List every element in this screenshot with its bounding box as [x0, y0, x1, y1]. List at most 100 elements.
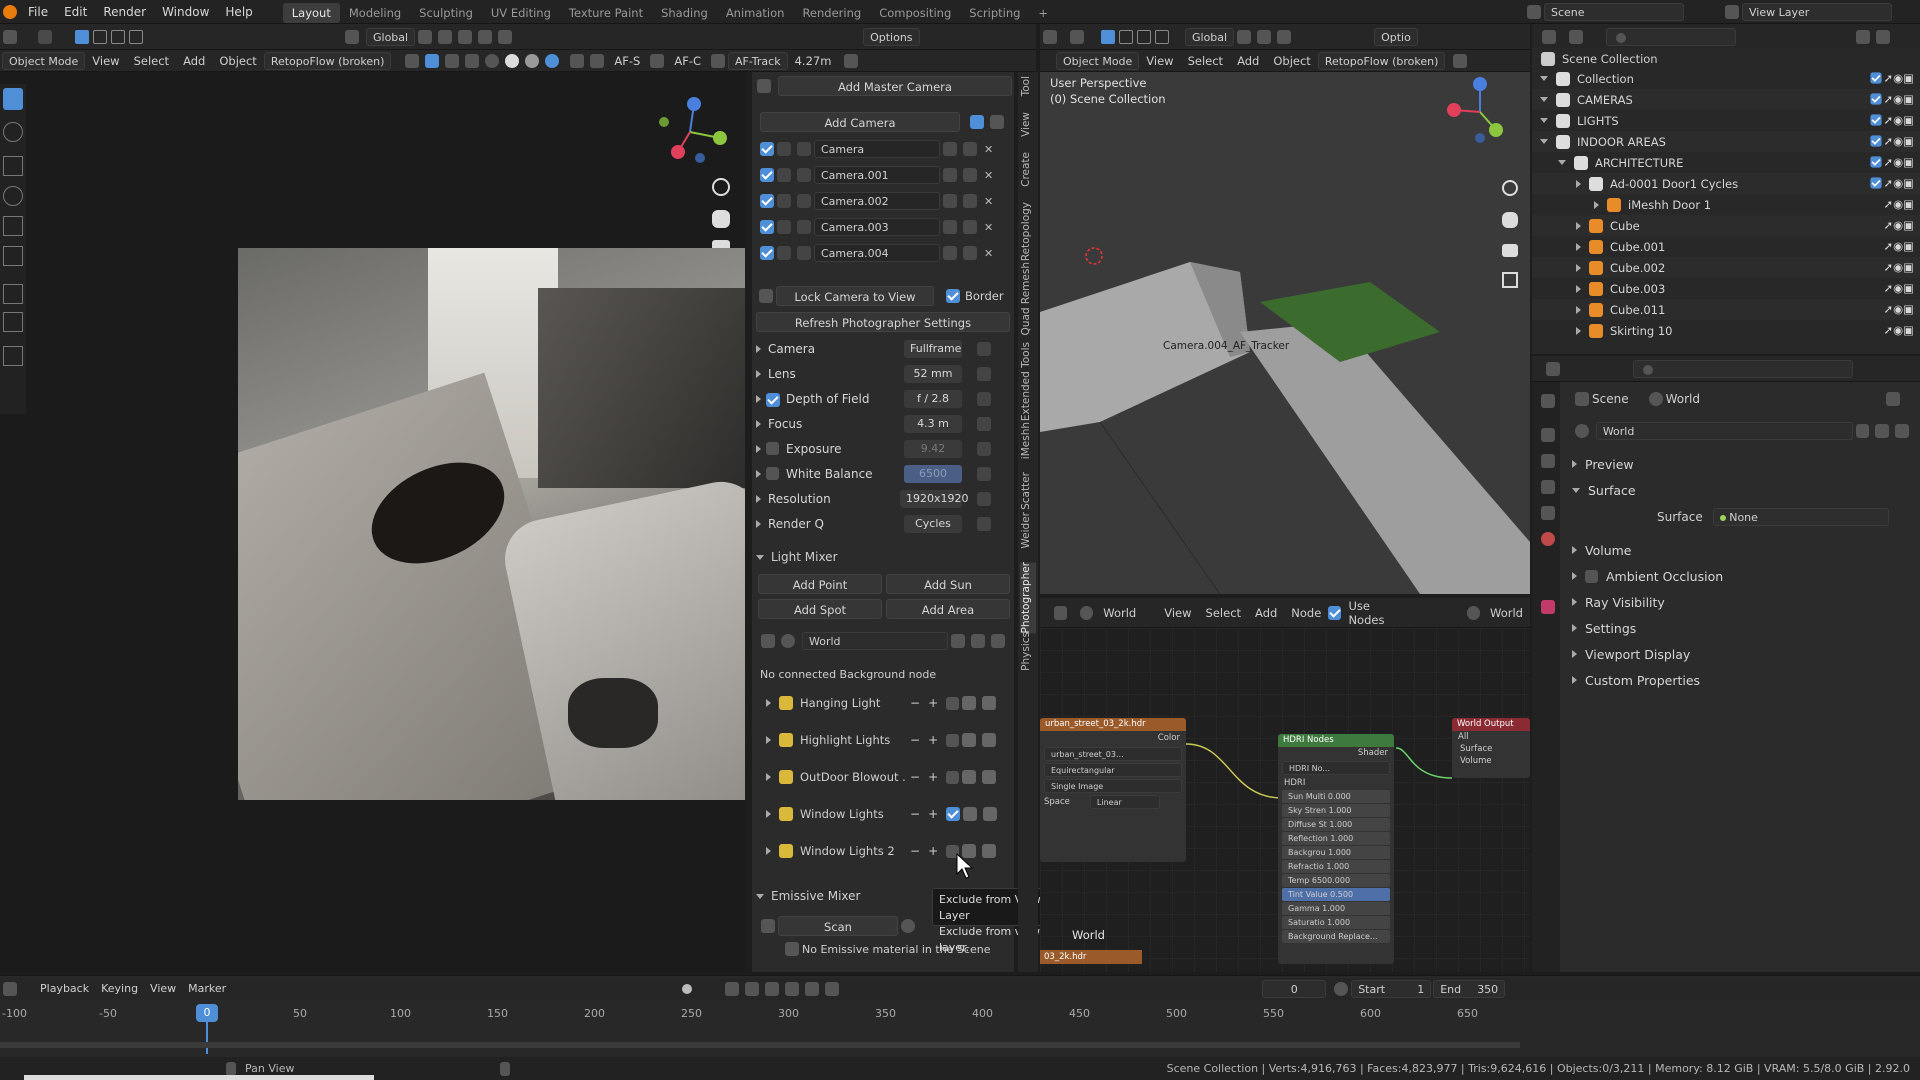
eye-icon[interactable]: ◉: [1893, 197, 1903, 211]
set-active-camera-icon[interactable]: [943, 142, 957, 156]
camera-name-field[interactable]: Camera.002: [814, 192, 940, 210]
object-mode-dropdown[interactable]: Object Mode: [1056, 51, 1140, 70]
menu-window[interactable]: Window: [154, 0, 217, 24]
hdri-param-field[interactable]: Backgrou 1.000: [1282, 846, 1390, 859]
camera-list-item[interactable]: Camera.003 ✕: [760, 216, 1010, 238]
sort-icon[interactable]: [970, 115, 984, 129]
retopoflow-menu[interactable]: RetopoFlow (broken): [1317, 51, 1446, 70]
target-icon[interactable]: [963, 220, 977, 234]
setting-value[interactable]: Fullframe: [904, 340, 962, 358]
af-s-button[interactable]: AF-S: [607, 54, 647, 68]
outliner-row[interactable]: Cube.002 ➚ ◉ ▣: [1532, 257, 1920, 278]
playhead[interactable]: 0: [196, 1004, 218, 1022]
menu-help[interactable]: Help: [217, 0, 260, 24]
panel-toggle-icon[interactable]: [844, 53, 859, 68]
camera-enabled-checkbox[interactable]: [760, 194, 774, 208]
set-active-camera-icon[interactable]: [943, 246, 957, 260]
light-group-name[interactable]: Window Lights: [800, 807, 906, 821]
scene-name-field[interactable]: Scene: [1544, 3, 1684, 21]
camera-list-item[interactable]: Camera.004 ✕: [760, 242, 1010, 264]
decrease-icon[interactable]: −: [910, 733, 920, 747]
setting-options-icon[interactable]: [977, 517, 991, 531]
decrease-icon[interactable]: −: [910, 696, 920, 710]
hdri-param-field[interactable]: Background Replace...: [1282, 930, 1390, 943]
target-icon[interactable]: [963, 168, 977, 182]
outliner-row[interactable]: Collection ➚ ◉ ▣: [1532, 68, 1920, 89]
select-menu[interactable]: Select: [1181, 54, 1230, 68]
camera-icon[interactable]: ▣: [1903, 155, 1914, 169]
tab-sculpting[interactable]: Sculpting: [410, 3, 482, 23]
camera-icon[interactable]: ▣: [1903, 323, 1914, 337]
increase-icon[interactable]: +: [928, 696, 938, 710]
pause-icon[interactable]: [570, 53, 585, 68]
sidebar-tab[interactable]: Weider: [1020, 512, 1036, 549]
increase-icon[interactable]: +: [928, 844, 938, 858]
world-icon[interactable]: [901, 919, 915, 933]
options-dropdown[interactable]: Options: [863, 27, 920, 46]
tab-layout[interactable]: Layout: [282, 2, 340, 23]
select-mode-extend-icon[interactable]: [93, 29, 107, 44]
snap-icon[interactable]: [438, 29, 453, 44]
add-point-button[interactable]: Add Point: [758, 574, 882, 594]
scene-collection-row[interactable]: Scene Collection: [1538, 52, 1658, 66]
property-section[interactable]: Ambient Occlusion: [1572, 564, 1920, 588]
light-group-name[interactable]: Hanging Light: [800, 696, 906, 710]
light-group-row[interactable]: OutDoor Blowout ... − +: [758, 766, 1012, 788]
xray-icon[interactable]: [465, 53, 480, 68]
world-tab-icon[interactable]: [1541, 532, 1555, 546]
select-box-icon[interactable]: [38, 29, 52, 44]
sidebar-tab[interactable]: Create: [1020, 152, 1036, 187]
property-section[interactable]: Settings: [1572, 616, 1920, 640]
cursor-tool-icon[interactable]: [3, 122, 23, 142]
outliner-row[interactable]: Cube.011 ➚ ◉ ▣: [1532, 299, 1920, 320]
extension-dropdown[interactable]: Single Image: [1044, 779, 1182, 793]
setting-options-icon[interactable]: [977, 342, 991, 356]
select-arrow-icon[interactable]: ➚: [1883, 260, 1893, 274]
delete-camera-icon[interactable]: ✕: [984, 195, 993, 208]
sidebar-tab[interactable]: View: [1020, 112, 1036, 137]
gizmo-icon[interactable]: [425, 53, 440, 68]
setting-row[interactable]: Exposure 9.42: [752, 438, 1014, 460]
visibility-icon[interactable]: [1453, 53, 1468, 68]
proportional-editing-icon[interactable]: [478, 29, 493, 44]
outliner-search-input[interactable]: [1606, 27, 1736, 46]
camera-icon[interactable]: ▣: [1903, 239, 1914, 253]
hdri-param-field[interactable]: Sky Stren 1.000: [1282, 804, 1390, 817]
select-arrow-icon[interactable]: ➚: [1883, 281, 1893, 295]
object-menu[interactable]: Object: [1266, 54, 1317, 68]
select-arrow-icon[interactable]: ➚: [1883, 302, 1893, 316]
wireframe-shading-icon[interactable]: [485, 53, 500, 68]
select-arrow-icon[interactable]: ➚: [1883, 92, 1893, 106]
eye-icon[interactable]: ◉: [1893, 281, 1903, 295]
eye-icon[interactable]: ◉: [1893, 92, 1903, 106]
setting-value[interactable]: 52 mm: [904, 365, 962, 383]
outliner-row[interactable]: LIGHTS ➚ ◉ ▣: [1532, 110, 1920, 131]
fake-user-icon[interactable]: [1855, 424, 1870, 438]
pan-hand-icon[interactable]: [712, 210, 730, 228]
camera-render-icon[interactable]: [777, 220, 791, 234]
add-spot-button[interactable]: Add Spot: [758, 599, 882, 619]
transform-orientation-dropdown[interactable]: Global: [1185, 27, 1235, 46]
property-section[interactable]: Volume: [1572, 538, 1920, 562]
shader-type-dropdown[interactable]: World: [1096, 606, 1143, 620]
setting-checkbox[interactable]: [766, 392, 780, 407]
property-section[interactable]: Ray Visibility: [1572, 590, 1920, 614]
target-icon[interactable]: [963, 246, 977, 260]
add-sun-button[interactable]: Add Sun: [886, 574, 1010, 594]
select-mode-intersect-icon[interactable]: [1155, 29, 1169, 44]
camera-view-icon[interactable]: [1502, 244, 1518, 257]
use-nodes-checkbox[interactable]: [1328, 605, 1342, 620]
solid-shading-icon[interactable]: [505, 53, 520, 68]
select-arrow-icon[interactable]: ➚: [1883, 134, 1893, 148]
camera-enabled-checkbox[interactable]: [760, 220, 774, 234]
scene-selector[interactable]: Scene: [1524, 3, 1684, 21]
setting-row[interactable]: White Balance 6500: [752, 463, 1014, 485]
snap-icon[interactable]: [1257, 29, 1272, 44]
camera-enabled-checkbox[interactable]: [760, 142, 774, 156]
increase-icon[interactable]: +: [928, 770, 938, 784]
editor-type-icon[interactable]: [1542, 29, 1556, 44]
grid-view-icon[interactable]: [1502, 272, 1518, 288]
setting-row[interactable]: Camera Fullframe: [752, 338, 1014, 360]
set-active-camera-icon[interactable]: [943, 194, 957, 208]
select-arrow-icon[interactable]: ➚: [1883, 197, 1893, 211]
